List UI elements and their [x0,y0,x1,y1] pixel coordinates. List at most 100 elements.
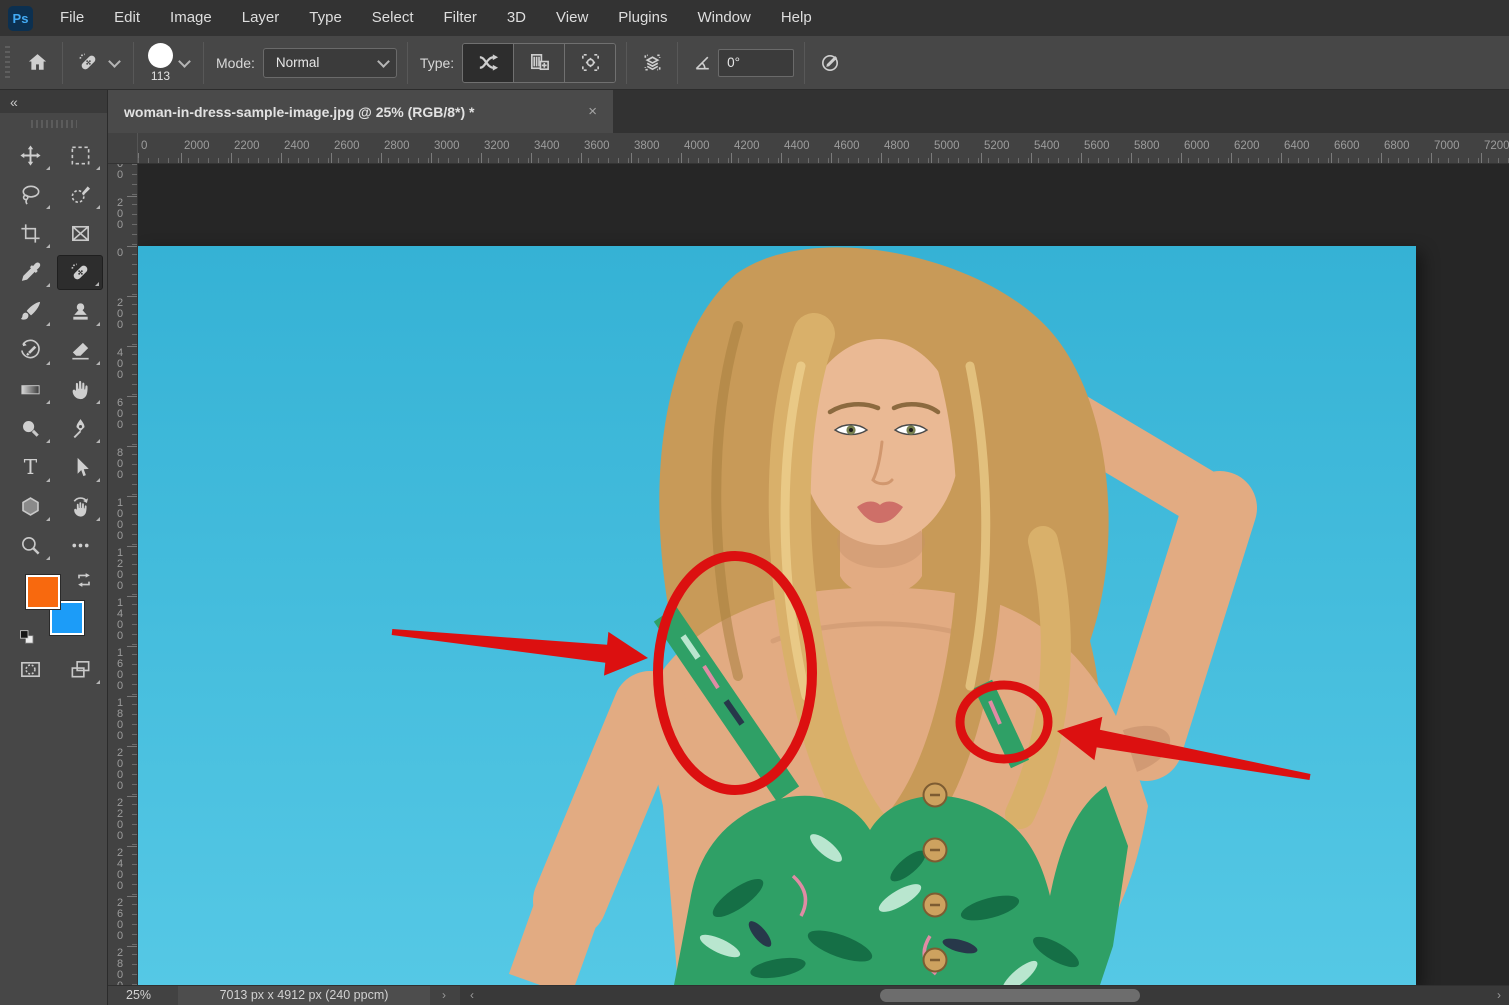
menu-layer[interactable]: Layer [227,0,295,36]
ruler-tick [127,696,137,697]
brush-size-value: 113 [151,69,170,83]
lasso-tool[interactable] [7,177,53,212]
ruler-tick [431,153,432,163]
ruler-label: 5800 [1134,140,1160,152]
eraser-tool[interactable] [57,333,103,368]
divider [407,42,408,84]
flyout-triangle-icon [46,166,50,170]
chevron-down-icon[interactable] [178,55,191,68]
menu-view[interactable]: View [541,0,603,36]
quick-selection-tool[interactable] [57,177,103,212]
ruler-label: 5400 [1034,140,1060,152]
chevron-down-icon[interactable] [108,55,121,68]
home-icon[interactable] [22,48,52,78]
zoom-level-field[interactable]: 25% [126,986,151,1005]
pen-tool[interactable] [57,411,103,446]
rectangular-marquee-tool[interactable] [57,138,103,173]
frame-icon [69,222,92,245]
quick-mask-button[interactable] [7,652,53,687]
spot-healing-brush-tool[interactable] [57,255,103,290]
tab-bar: woman-in-dress-sample-image.jpg @ 25% (R… [108,90,1509,133]
history-brush-tool[interactable] [7,333,53,368]
brush-tool[interactable] [7,294,53,329]
ruler-label: 7200 [1484,140,1509,152]
angle-icon [688,48,718,78]
menu-image[interactable]: Image [155,0,227,36]
scroll-left-icon[interactable]: ‹ [470,986,474,1005]
tool-preset-spot-healing-icon[interactable] [73,48,103,78]
menu-3d[interactable]: 3D [492,0,541,36]
collapse-panel-button[interactable]: « [0,90,107,113]
flyout-triangle-icon [96,680,100,684]
ruler-label: 3600 [584,140,610,152]
menu-edit[interactable]: Edit [99,0,155,36]
scrollbar-thumb[interactable] [880,989,1140,1002]
spot-healing-brush-icon [69,261,92,284]
horizontal-ruler[interactable]: 0200022002400260028003000320034003600380… [108,133,1509,163]
ruler-label: 200 [117,198,123,231]
ruler-tick [1381,153,1382,163]
create-texture-button[interactable] [514,44,565,82]
ruler-label: 400 [117,164,123,181]
crop-icon [19,222,42,245]
ruler-tick [331,153,332,163]
eyedropper-tool[interactable] [7,255,53,290]
scroll-right-icon[interactable]: › [1497,986,1501,1005]
status-expand-chevron-icon[interactable]: › [442,986,446,1005]
close-tab-icon[interactable]: × [574,103,597,120]
ruler-label: 0 [117,248,123,259]
flyout-triangle-icon [96,166,100,170]
canvas-viewport[interactable] [138,164,1509,985]
options-bar-grip[interactable] [5,46,10,80]
document-canvas[interactable] [138,246,1416,985]
rotate-view-icon [69,495,92,518]
proximity-match-button[interactable] [565,44,615,82]
ruler-label: 2000 [184,140,210,152]
gradient-tool[interactable] [7,372,53,407]
horizontal-scrollbar[interactable]: ‹ › [460,986,1509,1005]
frame-tool[interactable] [57,216,103,251]
brush-size-picker[interactable]: 113 [148,43,173,83]
ruler-tick [1031,153,1032,163]
mode-select[interactable]: Normal [263,48,397,78]
crop-tool[interactable] [7,216,53,251]
vertical-ruler[interactable]: 4002000200400600800100012001400160018002… [108,164,138,985]
menu-help[interactable]: Help [766,0,827,36]
ruler-label: 6000 [1184,140,1210,152]
color-swatch-widget [0,568,108,658]
sample-all-layers-icon[interactable] [637,48,667,78]
smudge-tool[interactable] [57,372,103,407]
foreground-color-swatch[interactable] [26,575,60,609]
rotate-view-tool[interactable] [57,489,103,524]
menu-select[interactable]: Select [357,0,429,36]
type-tool[interactable]: T [7,450,53,485]
clone-stamp-tool[interactable] [57,294,103,329]
ruler-origin-corner[interactable] [108,133,138,163]
shape-tool[interactable] [7,489,53,524]
swap-colors-icon[interactable] [74,570,94,590]
edit-toolbar-tool[interactable] [57,528,103,563]
svg-text:T: T [23,456,37,479]
menu-window[interactable]: Window [682,0,765,36]
ruler-tick [127,396,137,397]
ruler-label: 3400 [534,140,560,152]
ruler-tick [781,153,782,163]
zoom-tool[interactable] [7,528,53,563]
menu-type[interactable]: Type [294,0,357,36]
divider [203,42,204,84]
ruler-tick [1331,153,1332,163]
move-tool[interactable] [7,138,53,173]
default-colors-icon[interactable] [18,624,38,644]
tool-panel-grip[interactable] [31,120,77,128]
content-aware-button[interactable] [463,44,514,82]
menu-file[interactable]: File [45,0,99,36]
flyout-triangle-icon [96,478,100,482]
menu-plugins[interactable]: Plugins [603,0,682,36]
path-selection-tool[interactable] [57,450,103,485]
document-tab[interactable]: woman-in-dress-sample-image.jpg @ 25% (R… [108,90,613,133]
pen-pressure-icon[interactable] [815,48,845,78]
menu-filter[interactable]: Filter [429,0,492,36]
dodge-tool[interactable] [7,411,53,446]
screen-mode-button[interactable] [57,652,103,687]
angle-input[interactable]: 0° [718,49,794,77]
